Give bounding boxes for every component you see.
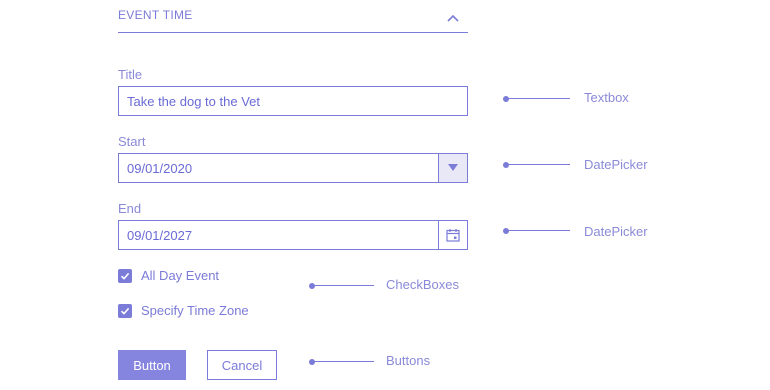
- start-label: Start: [118, 134, 146, 149]
- title-textbox[interactable]: [118, 86, 468, 116]
- callout-end-datepicker: DatePicker: [584, 224, 648, 239]
- triangle-down-icon: [448, 164, 458, 171]
- callout-dot-checkboxes: [309, 283, 315, 289]
- checkmark-icon: [120, 307, 130, 315]
- callout-line-end: [506, 230, 570, 231]
- section-title: EVENT TIME: [118, 8, 193, 22]
- checkbox-time-zone[interactable]: Specify Time Zone: [118, 303, 249, 318]
- start-dropdown-button[interactable]: [438, 154, 467, 182]
- all-day-checkbox[interactable]: [118, 268, 132, 283]
- checkmark-icon: [120, 272, 130, 280]
- end-calendar-button[interactable]: [438, 221, 467, 249]
- callout-checkboxes: CheckBoxes: [386, 277, 459, 292]
- title-label: Title: [118, 67, 143, 82]
- end-date-input[interactable]: [119, 221, 445, 249]
- start-datepicker[interactable]: [118, 153, 468, 183]
- callout-textbox: Textbox: [584, 90, 629, 105]
- callout-buttons: Buttons: [386, 353, 431, 368]
- callout-line-start: [506, 164, 570, 165]
- primary-button[interactable]: Button: [118, 350, 186, 380]
- callout-start-datepicker: DatePicker: [584, 157, 648, 172]
- callout-line-buttons: [312, 361, 374, 362]
- callout-line-textbox: [506, 98, 570, 99]
- callout-dot-buttons: [309, 359, 315, 365]
- checkbox-all-day[interactable]: All Day Event: [118, 268, 219, 283]
- end-datepicker[interactable]: [118, 220, 468, 250]
- callout-dot-textbox: [503, 96, 509, 102]
- calendar-icon: [446, 229, 460, 242]
- callout-dot-end: [503, 228, 509, 234]
- time-zone-checkbox[interactable]: [118, 303, 132, 318]
- title-input[interactable]: [119, 87, 445, 115]
- callout-line-checkboxes: [312, 285, 374, 286]
- chevron-up-icon[interactable]: [445, 10, 461, 26]
- section-divider: [118, 32, 468, 33]
- time-zone-label: Specify Time Zone: [141, 303, 249, 318]
- end-label: End: [118, 201, 142, 216]
- callout-dot-start: [503, 162, 509, 168]
- start-date-input[interactable]: [119, 154, 445, 182]
- all-day-label: All Day Event: [141, 268, 220, 283]
- cancel-button[interactable]: Cancel: [207, 350, 277, 380]
